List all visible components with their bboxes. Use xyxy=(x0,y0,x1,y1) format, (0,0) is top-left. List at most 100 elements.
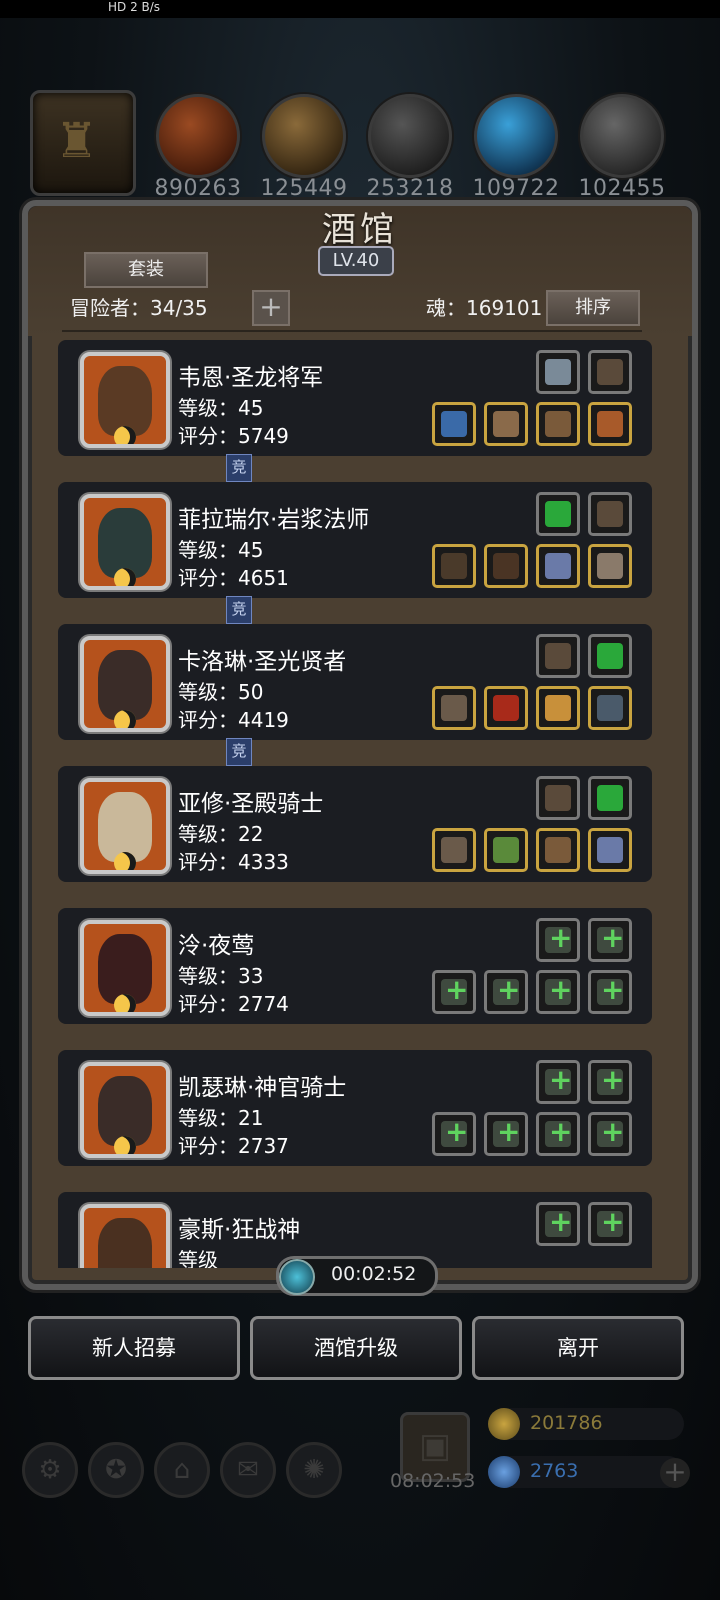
empty-slot-icon[interactable] xyxy=(536,1202,580,1246)
compass-icon[interactable]: ✺ xyxy=(286,1442,342,1498)
staff-icon[interactable] xyxy=(432,544,476,588)
resource-value: 253218 xyxy=(366,176,454,201)
feather-icon[interactable] xyxy=(588,492,632,536)
meat-icon xyxy=(156,94,240,178)
refresh-timer: 00:02:52 xyxy=(276,1256,438,1296)
axe-icon[interactable] xyxy=(432,686,476,730)
stone-icon xyxy=(368,94,452,178)
hero-level: 等级 xyxy=(178,1248,218,1268)
hero-portrait xyxy=(80,920,170,1016)
boot-icon[interactable] xyxy=(536,776,580,820)
empty-slot-icon[interactable] xyxy=(588,918,632,962)
resource-meat[interactable]: 890263 xyxy=(148,90,248,201)
soul-count: 魂：169101 xyxy=(426,296,543,320)
gem-value: 2763 xyxy=(530,1460,579,1482)
empty-slot-icon[interactable] xyxy=(536,970,580,1014)
empty-slot-icon[interactable] xyxy=(588,1202,632,1246)
armor-icon[interactable] xyxy=(484,402,528,446)
resource-stone[interactable]: 253218 xyxy=(360,90,460,201)
empty-armor-slot-icon[interactable] xyxy=(484,1112,528,1156)
chainmail-icon[interactable] xyxy=(484,828,528,872)
star-icon[interactable]: ✪ xyxy=(88,1442,144,1498)
empty-slot-icon[interactable] xyxy=(536,918,580,962)
ring-icon[interactable] xyxy=(588,686,632,730)
amulet-icon[interactable] xyxy=(588,402,632,446)
gift-timer: 08:02:53 xyxy=(390,1470,476,1492)
tavern-level: LV.40 xyxy=(318,246,394,276)
empty-slot-icon[interactable] xyxy=(536,1112,580,1156)
hero-name: 亚修·圣殿骑士 xyxy=(178,791,324,817)
green-tome-icon[interactable] xyxy=(588,776,632,820)
empty-slot-icon[interactable] xyxy=(588,1060,632,1104)
upgrade-tavern-button[interactable]: 酒馆升级 xyxy=(250,1316,462,1380)
empty-slot-icon[interactable] xyxy=(588,1112,632,1156)
leave-button[interactable]: 离开 xyxy=(472,1316,684,1380)
hero-name: 菲拉瑞尔·岩浆法师 xyxy=(178,507,370,533)
moon-icon xyxy=(114,1136,136,1154)
glove-icon[interactable] xyxy=(588,828,632,872)
hero-card[interactable]: 泠·夜莺 等级：33 评分：2774 xyxy=(58,908,652,1024)
mail-icon[interactable]: ✉ xyxy=(220,1442,276,1498)
resource-crystal[interactable]: 109722 xyxy=(466,90,566,201)
green-tome-icon[interactable] xyxy=(588,634,632,678)
hero-card[interactable]: 卡洛琳·圣光贤者 等级：50 评分：4419 xyxy=(58,624,652,740)
hero-portrait xyxy=(80,1204,170,1268)
green-tome-icon[interactable] xyxy=(536,492,580,536)
sort-button[interactable]: 排序 xyxy=(546,290,640,326)
hero-name: 凯瑟琳·神官骑士 xyxy=(178,1075,347,1101)
hero-card[interactable]: 亚修·圣殿骑士 等级：22 评分：4333 xyxy=(58,766,652,882)
hero-score: 评分：4651 xyxy=(178,566,289,590)
hero-card[interactable]: 菲拉瑞尔·岩浆法师 等级：45 评分：4651 xyxy=(58,482,652,598)
status-left: HD 2 B/s xyxy=(108,0,161,14)
scroll-icon[interactable] xyxy=(588,544,632,588)
glove-icon[interactable] xyxy=(536,544,580,588)
hero-score: 评分：4333 xyxy=(178,850,289,874)
empty-armor-slot-icon[interactable] xyxy=(484,970,528,1014)
hero-score: 评分：5749 xyxy=(178,424,289,448)
resource-iron[interactable]: 102455 xyxy=(572,90,672,201)
hero-name: 豪斯·狂战神 xyxy=(178,1217,301,1243)
map-icon[interactable]: ⌂ xyxy=(154,1442,210,1498)
hero-card[interactable]: 韦恩·圣龙将军 等级：45 评分：5749 xyxy=(58,340,652,456)
suit-button[interactable]: 套装 xyxy=(84,252,208,288)
empty-slot-icon[interactable] xyxy=(588,970,632,1014)
robe-icon[interactable] xyxy=(484,544,528,588)
moon-icon xyxy=(114,994,136,1012)
hero-avatar-button[interactable]: ♜ xyxy=(30,90,136,196)
clock-icon xyxy=(279,1259,315,1295)
mace-icon[interactable] xyxy=(432,828,476,872)
tome-icon[interactable] xyxy=(536,350,580,394)
sword-icon[interactable] xyxy=(432,402,476,446)
hero-card[interactable]: 凯瑟琳·神官骑士 等级：21 评分：2737 xyxy=(58,1050,652,1166)
hero-portrait xyxy=(80,1062,170,1158)
hero-portrait xyxy=(80,636,170,732)
iron-icon xyxy=(580,94,664,178)
boot-icon[interactable] xyxy=(536,634,580,678)
moon-icon xyxy=(114,568,136,586)
empty-slot-icon[interactable] xyxy=(536,1060,580,1104)
ring-gem-icon[interactable] xyxy=(536,686,580,730)
hero-face xyxy=(98,1218,152,1268)
hero-level: 等级：45 xyxy=(178,538,264,562)
hero-portrait xyxy=(80,494,170,590)
gauntlet-icon[interactable] xyxy=(536,402,580,446)
feather-icon[interactable] xyxy=(588,350,632,394)
settings-icon[interactable]: ⚙ xyxy=(22,1442,78,1498)
add-currency-button[interactable]: + xyxy=(660,1458,690,1488)
hero-level: 等级：50 xyxy=(178,680,264,704)
hero-level: 等级：45 xyxy=(178,396,264,420)
hero-level: 等级：21 xyxy=(178,1106,264,1130)
empty-weapon-slot-icon[interactable] xyxy=(432,970,476,1014)
hero-list[interactable]: 韦恩·圣龙将军 等级：45 评分：5749 竞 菲拉瑞尔·岩浆法师 等级：45 … xyxy=(40,336,660,1268)
empty-weapon-slot-icon[interactable] xyxy=(432,1112,476,1156)
gem-icon xyxy=(488,1456,520,1488)
add-slot-button[interactable]: + xyxy=(252,290,290,326)
resource-value: 890263 xyxy=(154,176,242,201)
bracer-icon[interactable] xyxy=(536,828,580,872)
resource-wood[interactable]: 125449 xyxy=(254,90,354,201)
resource-value: 102455 xyxy=(578,176,666,201)
recruit-button[interactable]: 新人招募 xyxy=(28,1316,240,1380)
hero-score: 评分：2774 xyxy=(178,992,289,1016)
resource-value: 125449 xyxy=(260,176,348,201)
red-robe-icon[interactable] xyxy=(484,686,528,730)
